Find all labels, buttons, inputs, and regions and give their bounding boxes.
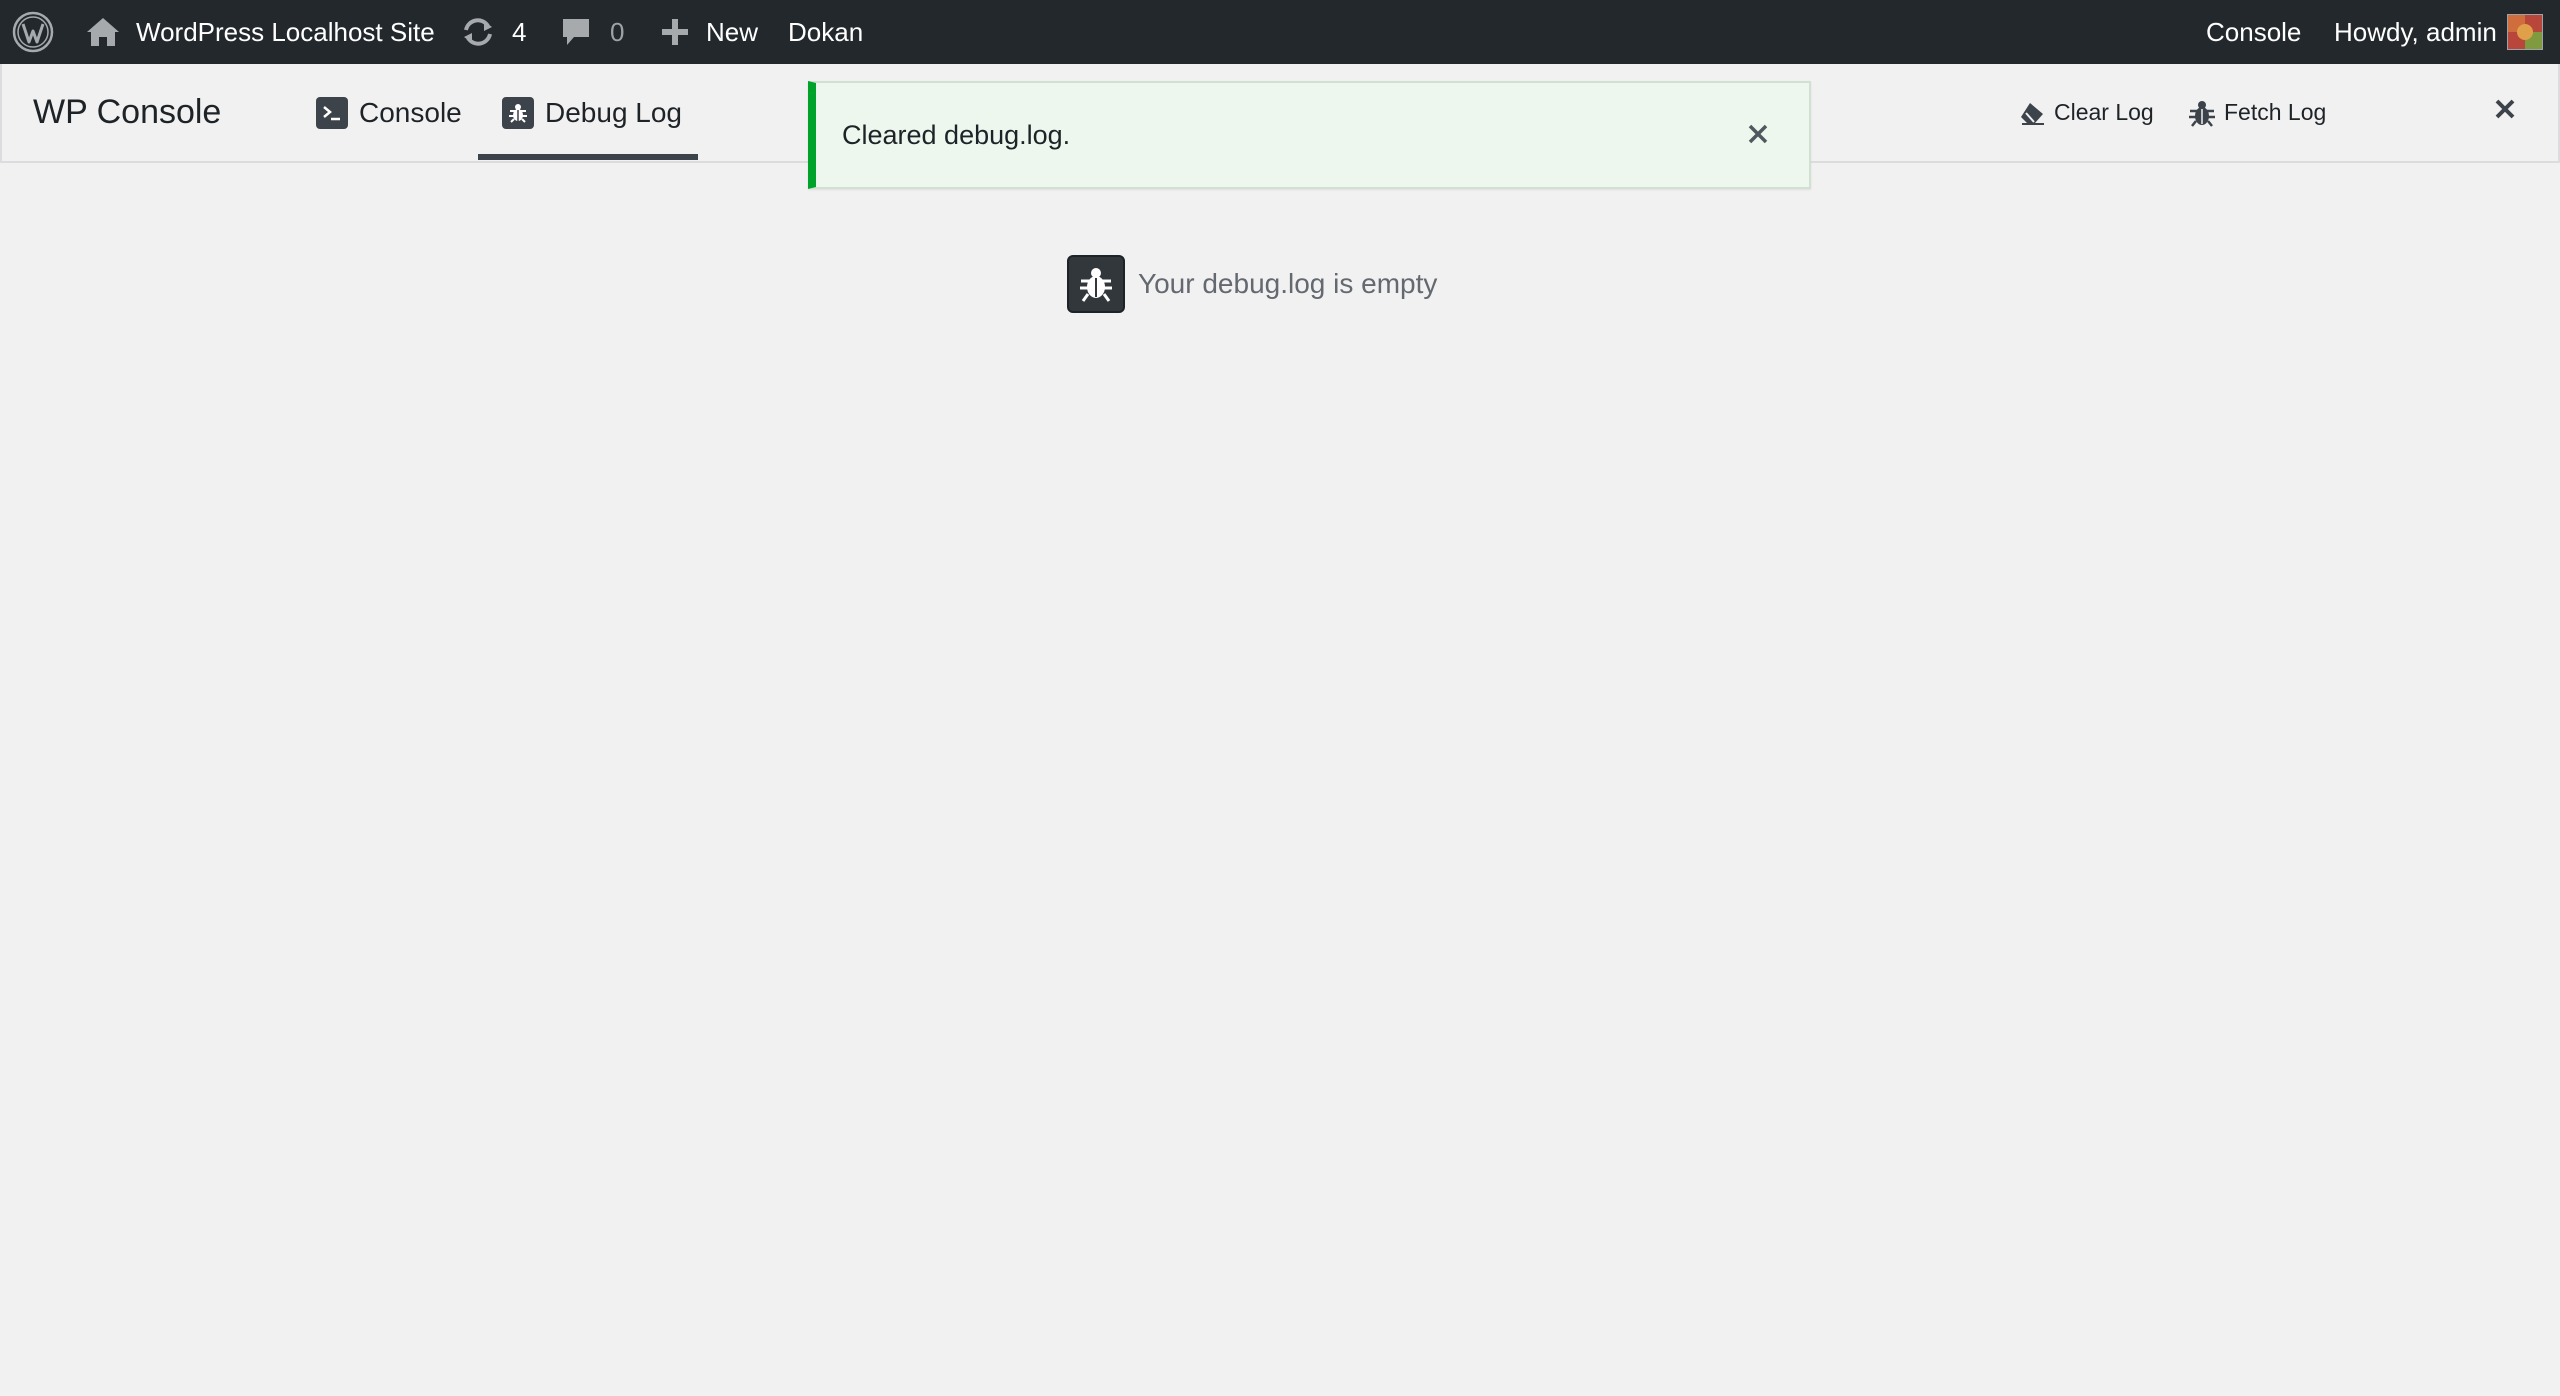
panel-title: WP Console bbox=[33, 93, 222, 131]
home-icon bbox=[87, 18, 119, 46]
empty-state-message: Your debug.log is empty bbox=[1138, 268, 1438, 299]
plus-icon bbox=[662, 19, 688, 45]
wordpress-logo-link[interactable] bbox=[12, 0, 54, 64]
fetch-log-label: Fetch Log bbox=[2224, 99, 2327, 125]
dismiss-notice-button[interactable] bbox=[1746, 122, 1770, 146]
dokan-link[interactable]: Dokan bbox=[788, 0, 863, 64]
tab-console-label: Console bbox=[359, 96, 462, 128]
comments-count: 0 bbox=[610, 17, 625, 47]
new-content-link[interactable]: New bbox=[660, 0, 758, 64]
greeting: Howdy, admin bbox=[2334, 17, 2497, 47]
notice-message: Cleared debug.log. bbox=[842, 120, 1071, 150]
bug-icon bbox=[2189, 100, 2215, 127]
clear-log-button[interactable]: Clear Log bbox=[2018, 64, 2154, 161]
active-tab-indicator bbox=[478, 154, 698, 160]
tab-debug-log-label: Debug Log bbox=[545, 96, 683, 128]
console-link[interactable]: Console bbox=[2206, 0, 2301, 64]
updates-icon bbox=[464, 18, 492, 46]
admin-bar: WordPress Localhost Site 4 0 New Dokan C… bbox=[0, 0, 2560, 64]
wordpress-logo-icon bbox=[12, 11, 54, 53]
eraser-icon bbox=[2021, 102, 2044, 125]
close-icon bbox=[1748, 124, 1768, 144]
my-account-link[interactable]: Howdy, admin bbox=[2334, 0, 2543, 64]
close-icon bbox=[2495, 99, 2515, 119]
clear-log-label: Clear Log bbox=[2054, 99, 2154, 125]
comment-icon bbox=[563, 19, 589, 45]
comments-link[interactable]: 0 bbox=[560, 0, 624, 64]
fetch-log-button[interactable]: Fetch Log bbox=[2188, 64, 2326, 161]
terminal-icon bbox=[316, 96, 348, 129]
site-name-link[interactable]: WordPress Localhost Site bbox=[86, 0, 435, 64]
site-name: WordPress Localhost Site bbox=[136, 17, 435, 47]
success-notice: Cleared debug.log. bbox=[808, 81, 1811, 189]
empty-state: Your debug.log is empty bbox=[1067, 255, 1437, 313]
updates-count: 4 bbox=[512, 17, 527, 47]
close-panel-button[interactable] bbox=[2490, 94, 2520, 124]
tab-console[interactable]: Console bbox=[316, 64, 462, 161]
new-label: New bbox=[706, 17, 759, 47]
bug-icon bbox=[1067, 255, 1125, 313]
bug-icon bbox=[502, 96, 534, 129]
tab-debug-log[interactable]: Debug Log bbox=[502, 64, 682, 161]
avatar bbox=[2506, 14, 2543, 50]
updates-link[interactable]: 4 bbox=[460, 0, 526, 64]
